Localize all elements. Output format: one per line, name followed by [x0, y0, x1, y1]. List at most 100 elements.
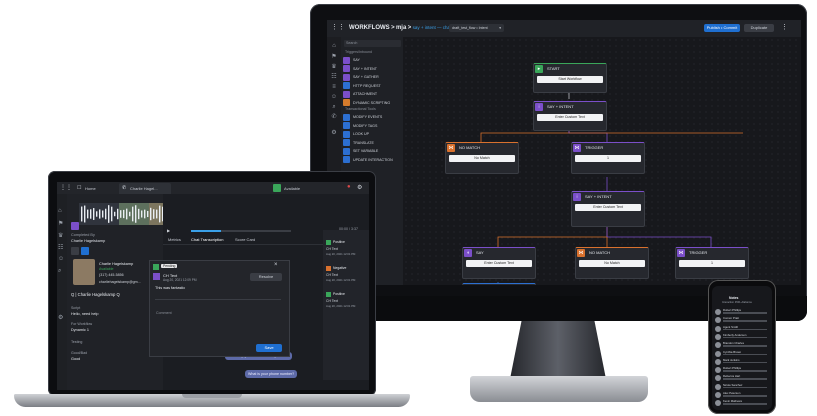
node-body: Enter Custom Text	[466, 260, 532, 267]
search-icon[interactable]: ⌕	[330, 103, 338, 111]
component-item[interactable]: HTTP REQUEST	[343, 82, 401, 90]
flag-icon[interactable]: ⚑	[58, 220, 63, 227]
play-icon[interactable]: ▶	[167, 228, 170, 233]
publish-button[interactable]: Publish • Commit	[704, 24, 740, 32]
workflow-value: Dynamic 1	[71, 328, 89, 332]
comment-input[interactable]: Comment	[156, 311, 172, 315]
trophy-icon[interactable]: ♛	[330, 63, 338, 71]
tab-metrics[interactable]: Metrics	[168, 237, 181, 242]
save-button[interactable]: Save	[256, 344, 282, 352]
breadcrumb-root[interactable]: WORKFLOWS	[349, 25, 390, 31]
agent-status-label[interactable]: Available	[284, 186, 300, 191]
component-label: MODIFY TAGS	[353, 123, 378, 128]
workflow-node-hang-up[interactable]: ✆HANG UP	[462, 283, 536, 285]
note-date: Aug 20, 2021 12:09 PM	[163, 278, 197, 282]
contact-phone[interactable]: (317) 445-5856	[99, 273, 124, 277]
waveform-bar	[147, 210, 149, 218]
node-type-icon: ⁝	[573, 193, 581, 201]
breadcrumb-separator: >	[391, 25, 395, 31]
good-bad-value: Good	[71, 357, 81, 361]
node-header: ✆HANG UP	[463, 284, 535, 285]
contact-search[interactable]: Q | Charlie Hagelskamp Q	[71, 292, 120, 297]
sentiment-label: Positive	[333, 292, 345, 296]
tab-chat-transcription[interactable]: Chat Transcription	[191, 237, 223, 242]
component-item[interactable]: SAY + INTENT	[343, 65, 401, 73]
avatar	[715, 367, 721, 374]
more-menu-icon[interactable]: ⋮	[781, 23, 788, 31]
component-item[interactable]: SAY	[343, 56, 401, 64]
workflow-node-no-match-2[interactable]: ⋈ NO MATCH No Match	[575, 247, 649, 279]
workflow-node-say-intent-1[interactable]: ⁝ SAY + INTENT Enter Custom Text	[533, 101, 607, 131]
workflow-icon[interactable]: ≡	[330, 83, 338, 91]
duplicate-button[interactable]: Duplicate	[744, 24, 774, 32]
node-type-icon: ▸	[535, 65, 543, 73]
good-bad-label: Good/Bad	[71, 351, 88, 355]
workflow-node-say-intent-2[interactable]: ⁝ SAY + INTENT Enter Custom Text	[571, 191, 645, 227]
grid-menu-icon[interactable]: ⋮⋮	[331, 24, 345, 31]
node-header: ◖ SAY	[463, 248, 535, 258]
component-item[interactable]: LOOK UP	[343, 130, 401, 138]
feed-title: CH Text	[326, 273, 338, 277]
feed-item[interactable]: Positive CH Text Aug 20, 2021 12:01 PM	[326, 292, 366, 314]
component-item[interactable]: ATTACHMENT	[343, 90, 401, 98]
node-title: SAY + INTENT	[547, 104, 574, 109]
chat-action-icon[interactable]	[81, 247, 89, 255]
component-item[interactable]: TRANSLATE	[343, 139, 401, 147]
workflow-canvas[interactable]: ▸ START Start Workflow ⁝ SAY + INTENT Enter C…	[403, 37, 801, 285]
settings-icon[interactable]: ⚙	[58, 314, 63, 321]
home-tab-label[interactable]: Home	[85, 186, 96, 191]
component-label: MODIFY EVENTS	[353, 115, 383, 119]
phone-item-preview	[723, 345, 767, 347]
component-item[interactable]: SET VARIABLE	[343, 147, 401, 155]
user-icon[interactable]: ☺	[58, 256, 64, 262]
notification-icon[interactable]: ●	[347, 184, 351, 190]
tab-score-card[interactable]: Score Card	[235, 237, 255, 242]
workflow-node-trigger-2[interactable]: ⋈ TRIGGER 1	[675, 247, 749, 279]
workflow-editor-screen: ⋮⋮ WORKFLOWS > mja > say + intent — chat…	[327, 20, 801, 285]
component-item[interactable]: DYNAMIC SCRIPTING	[343, 99, 401, 107]
contact-status: Available	[99, 267, 114, 271]
component-item[interactable]: UPDATE INTERACTION	[343, 156, 401, 164]
resolve-button[interactable]: Resolve	[250, 273, 282, 281]
chat-icon	[153, 273, 160, 280]
node-type-icon: ⋈	[677, 249, 685, 257]
component-label: TRANSLATE	[353, 140, 374, 145]
breadcrumb: WORKFLOWS > mja > say + intent — chatby …	[349, 25, 461, 31]
workflow-node-start[interactable]: ▸ START Start Workflow	[533, 63, 607, 93]
node-type-icon: ⋈	[577, 249, 585, 257]
contact-tab[interactable]: ✆ Charlie Hagel...	[119, 183, 171, 194]
phone-icon[interactable]: ✆	[330, 113, 338, 121]
status-indicator	[273, 184, 281, 192]
settings-icon[interactable]: ⚙	[357, 184, 362, 191]
phone-action-icon[interactable]	[71, 247, 79, 255]
playback-progress[interactable]	[191, 230, 291, 232]
component-label: SAY	[353, 58, 360, 62]
flag-icon[interactable]: ⚑	[330, 53, 338, 61]
breadcrumb-project[interactable]: mja	[396, 25, 406, 31]
org-chart-icon[interactable]: ☷	[330, 73, 338, 81]
workflow-node-say[interactable]: ◖ SAY Enter Custom Text	[462, 247, 536, 279]
contact-email[interactable]: charliehagelskamp@gm...	[99, 280, 141, 284]
component-item[interactable]: SAY + GATHER	[343, 73, 401, 81]
close-icon[interactable]: ×	[274, 262, 278, 268]
settings-icon[interactable]: ⚙	[330, 129, 338, 137]
component-item[interactable]: MODIFY TAGS	[343, 122, 401, 130]
component-search-input[interactable]: Search	[344, 40, 401, 47]
phone-list-item[interactable]: Kevin Mathews	[715, 399, 769, 408]
feed-item[interactable]: Positive CH Text Aug 20, 2021 12:01 PM	[326, 240, 366, 262]
home-icon[interactable]: ⌂	[58, 208, 62, 214]
version-select[interactable]: draft_test_flow • Intent ▾	[449, 24, 504, 32]
workflow-node-trigger-1[interactable]: ⋈ TRIGGER 1	[571, 142, 645, 174]
component-item[interactable]: MODIFY EVENTS	[343, 113, 401, 121]
feed-item[interactable]: Negative CH Text Aug 20, 2021 12:01 PM	[326, 266, 366, 288]
org-chart-icon[interactable]: ☷	[58, 244, 63, 251]
home-icon[interactable]: ⌂	[330, 42, 338, 50]
feed-title: CH Text	[326, 299, 338, 303]
component-label: HTTP REQUEST	[353, 83, 381, 88]
grid-menu-icon[interactable]: ⋮⋮	[60, 184, 72, 191]
trophy-icon[interactable]: ♛	[58, 232, 63, 239]
workflow-node-no-match-1[interactable]: ⋈ NO MATCH No Match	[445, 142, 519, 174]
waveform-bar	[99, 209, 101, 219]
search-icon[interactable]: ⌕	[58, 268, 61, 275]
user-icon[interactable]: ☺	[330, 93, 338, 101]
